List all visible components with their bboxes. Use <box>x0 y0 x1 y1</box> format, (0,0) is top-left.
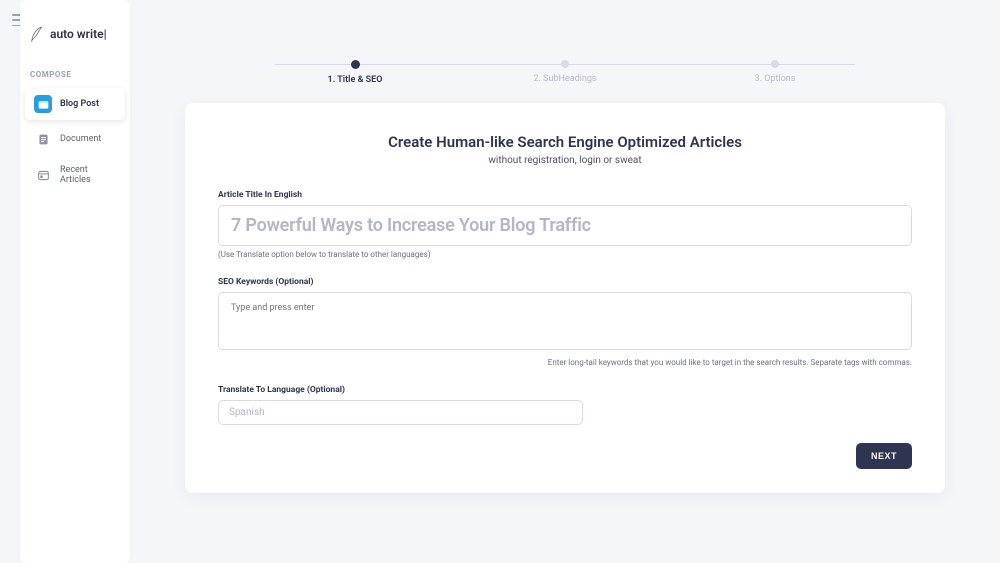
sidebar-item-blog-post[interactable]: Blog Post <box>25 88 125 120</box>
sidebar-section-label: COMPOSE <box>20 62 130 85</box>
sidebar-item-label: Blog Post <box>60 99 99 109</box>
step-subheadings[interactable]: 2. SubHeadings <box>460 60 670 84</box>
step-dot-icon <box>561 60 569 68</box>
seo-label: SEO Keywords (Optional) <box>218 277 912 287</box>
form-card: Create Human-like Search Engine Optimize… <box>185 103 945 493</box>
step-title-seo[interactable]: 1. Title & SEO <box>250 60 460 85</box>
card-footer: NEXT <box>218 443 912 469</box>
seo-hint: Enter long-tail keywords that you would … <box>218 358 912 367</box>
brand: auto write| <box>20 20 130 62</box>
step-label: 2. SubHeadings <box>533 74 596 84</box>
card-heading: Create Human-like Search Engine Optimize… <box>218 133 912 151</box>
document-icon <box>34 130 52 148</box>
blog-post-icon <box>34 95 52 113</box>
main-content: 1. Title & SEO 2. SubHeadings 3. Options… <box>150 50 980 563</box>
step-dot-icon <box>351 60 360 69</box>
sidebar-item-label: Document <box>60 134 101 144</box>
title-label: Article Title In English <box>218 190 912 200</box>
title-hint: (Use Translate option below to translate… <box>218 250 912 259</box>
sidebar-item-recent-articles[interactable]: Recent Articles <box>25 158 125 192</box>
sidebar-item-label: Recent Articles <box>60 165 116 185</box>
translate-label: Translate To Language (Optional) <box>218 385 912 395</box>
card-subtitle: without registration, login or sweat <box>218 155 912 166</box>
recent-icon <box>34 166 52 184</box>
next-button[interactable]: NEXT <box>856 443 912 469</box>
sidebar-item-document[interactable]: Document <box>25 123 125 155</box>
article-title-input[interactable] <box>218 205 912 246</box>
seo-keywords-input[interactable] <box>218 292 912 350</box>
brand-name: auto write| <box>50 27 107 41</box>
translate-language-input[interactable] <box>218 400 583 425</box>
translate-group: Translate To Language (Optional) <box>218 385 912 425</box>
logo-feather-icon <box>30 26 44 42</box>
stepper: 1. Title & SEO 2. SubHeadings 3. Options <box>250 60 880 85</box>
step-label: 3. Options <box>755 74 796 84</box>
seo-group: SEO Keywords (Optional) Enter long-tail … <box>218 277 912 367</box>
sidebar: auto write| COMPOSE Blog Post Document <box>20 0 130 563</box>
title-group: Article Title In English (Use Translate … <box>218 190 912 259</box>
step-label: 1. Title & SEO <box>328 75 383 85</box>
step-dot-icon <box>771 60 779 68</box>
step-options[interactable]: 3. Options <box>670 60 880 84</box>
